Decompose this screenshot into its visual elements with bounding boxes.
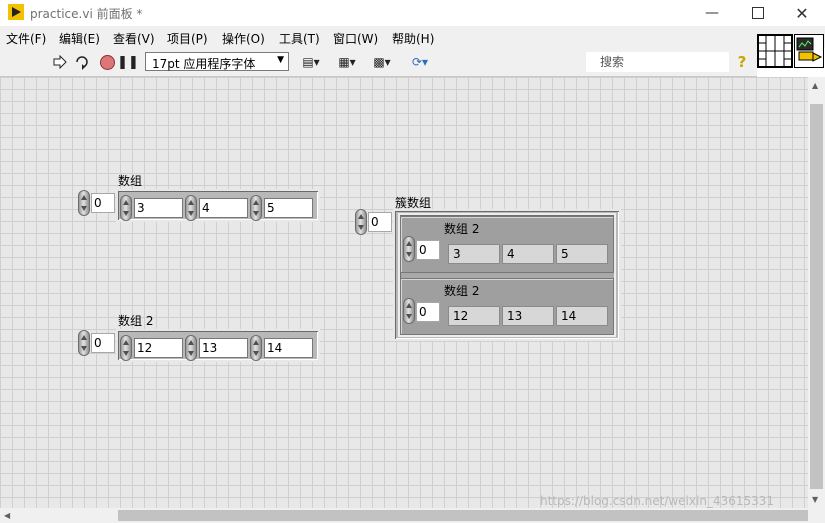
align-objects-button[interactable]: ▤▾: [298, 54, 324, 70]
maximize-button[interactable]: [735, 0, 781, 26]
vertical-scroll-thumb[interactable]: [810, 104, 823, 489]
labview-vi-icon: [8, 4, 24, 20]
resize-objects-icon: ▩▾: [373, 55, 391, 69]
menu-bar: 文件(F) 编辑(E) 查看(V) 项目(P) 操作(O) 工具(T) 窗口(W…: [0, 26, 825, 48]
close-button[interactable]: ✕: [779, 0, 825, 26]
vi-icon-graphic: [796, 37, 823, 62]
scroll-down-icon[interactable]: ▼: [812, 495, 818, 504]
font-select-value: 17pt 应用程序字体: [152, 57, 256, 71]
array2-element2[interactable]: 14: [264, 338, 313, 358]
array1-element0[interactable]: 3: [134, 198, 183, 218]
align-objects-icon: ▤▾: [302, 55, 320, 69]
array2-index[interactable]: 0: [91, 333, 115, 353]
run-arrow-icon: [53, 55, 67, 69]
connector-pane[interactable]: [757, 34, 793, 68]
abort-button[interactable]: [99, 54, 115, 70]
chevron-down-icon: ▼: [277, 55, 284, 65]
pause-button[interactable]: ❚❚: [117, 54, 139, 70]
minimize-button[interactable]: —: [689, 0, 735, 26]
window-title: practice.vi 前面板 *: [30, 7, 143, 21]
cluster-subarray1-element1: 4: [502, 244, 554, 264]
array2-element0-spinner[interactable]: [120, 335, 132, 361]
menu-file[interactable]: 文件(F): [6, 30, 46, 47]
cluster-subarray1-element0: 3: [448, 244, 500, 264]
help-icon: ?: [737, 53, 747, 71]
run-continuously-icon: [76, 56, 88, 70]
abort-icon: [99, 54, 115, 70]
cluster-subarray2-element0: 12: [448, 306, 500, 326]
array2-element0[interactable]: 12: [134, 338, 183, 358]
close-icon: ✕: [795, 3, 809, 23]
cluster-subarray1-label: 数组 2: [444, 222, 480, 236]
reorder-button[interactable]: ⟳▾: [406, 54, 434, 70]
resize-objects-button[interactable]: ▩▾: [369, 54, 395, 70]
cluster-subarray1-index[interactable]: 0: [416, 240, 440, 260]
distribute-objects-button[interactable]: ▦▾: [334, 54, 360, 70]
cluster-subarray2-element2: 14: [556, 306, 608, 326]
watermark: https://blog.csdn.net/weixin_43615331: [540, 494, 775, 508]
run-continuously-button[interactable]: [73, 54, 91, 70]
menu-window[interactable]: 窗口(W): [333, 30, 378, 47]
minimize-icon: —: [705, 5, 719, 21]
menu-project[interactable]: 项目(P): [167, 30, 208, 47]
array1-index[interactable]: 0: [91, 193, 115, 213]
menu-view[interactable]: 查看(V): [113, 30, 155, 47]
cluster-array-index[interactable]: 0: [368, 212, 392, 232]
cluster-subarray2-label: 数组 2: [444, 284, 480, 298]
vi-icon[interactable]: [794, 34, 824, 68]
array2-element1[interactable]: 13: [199, 338, 248, 358]
font-select[interactable]: 17pt 应用程序字体 ▼: [145, 52, 289, 71]
cluster-subarray1-element2: 5: [556, 244, 608, 264]
context-help-button[interactable]: ?: [734, 53, 750, 71]
array1-element1-spinner[interactable]: [185, 195, 197, 221]
scroll-up-icon[interactable]: ▲: [812, 81, 818, 90]
array1-element2[interactable]: 5: [264, 198, 313, 218]
menu-tools[interactable]: 工具(T): [279, 30, 320, 47]
array2-index-spinner[interactable]: [78, 330, 90, 356]
pause-icon: ❚❚: [117, 54, 139, 70]
cluster-subarray2-index-spinner[interactable]: [403, 298, 415, 324]
menu-edit[interactable]: 编辑(E): [59, 30, 100, 47]
search-input[interactable]: [600, 54, 695, 69]
menu-operate[interactable]: 操作(O): [222, 30, 265, 47]
array2-label: 数组 2: [118, 314, 154, 328]
array1-element1[interactable]: 4: [199, 198, 248, 218]
array1-index-spinner[interactable]: [78, 190, 90, 216]
array2-element2-spinner[interactable]: [250, 335, 262, 361]
cluster-subarray2-index[interactable]: 0: [416, 302, 440, 322]
reorder-icon: ⟳▾: [411, 55, 429, 69]
distribute-objects-icon: ▦▾: [338, 55, 356, 69]
cluster-subarray1-index-spinner[interactable]: [403, 236, 415, 262]
search-box: [586, 52, 729, 72]
run-button[interactable]: [52, 54, 68, 70]
cluster-subarray2-element1: 13: [502, 306, 554, 326]
maximize-icon: [752, 7, 764, 19]
array1-element2-spinner[interactable]: [250, 195, 262, 221]
menu-help[interactable]: 帮助(H): [392, 30, 434, 47]
connector-pane-icon: [758, 35, 792, 67]
horizontal-scroll-thumb[interactable]: [118, 510, 808, 521]
array1-element0-spinner[interactable]: [120, 195, 132, 221]
array2-element1-spinner[interactable]: [185, 335, 197, 361]
scroll-left-icon[interactable]: ◀: [4, 511, 10, 520]
array1-label: 数组: [118, 174, 143, 188]
cluster-array-index-spinner[interactable]: [355, 209, 367, 235]
